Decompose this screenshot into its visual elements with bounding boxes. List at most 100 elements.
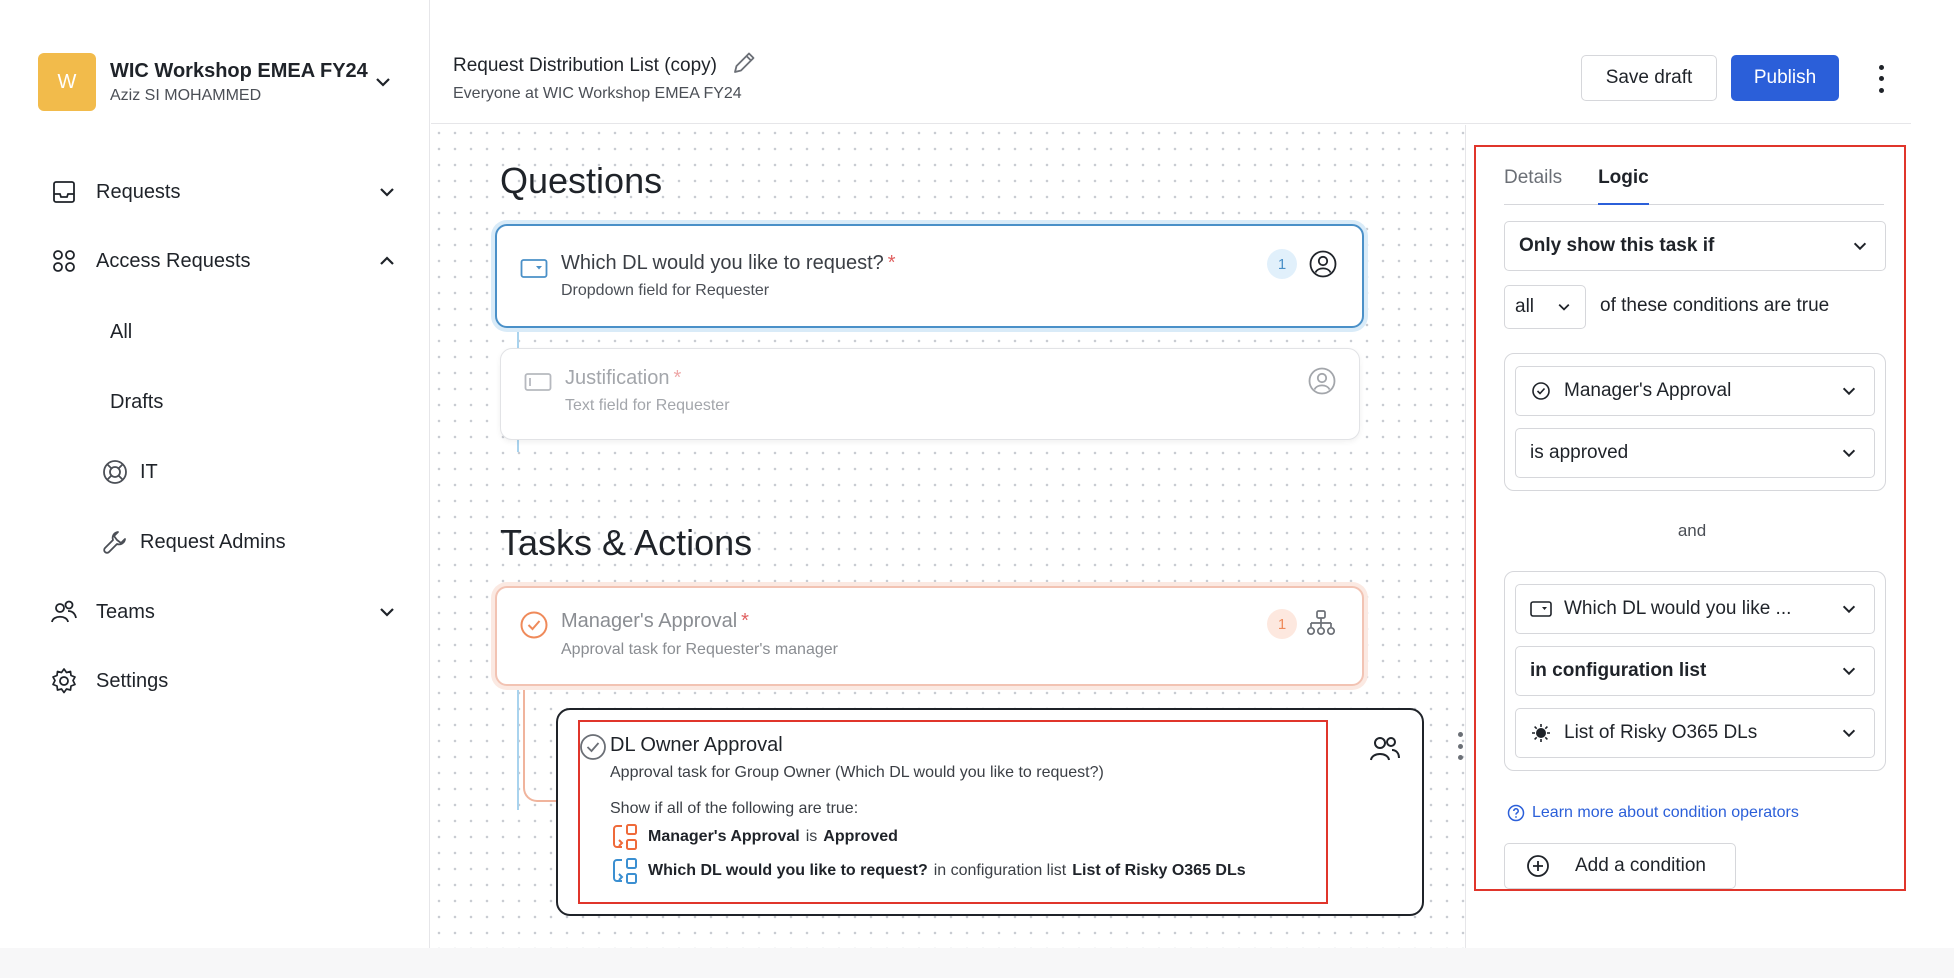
condition-subject-select[interactable]: Which DL would you like ... (1515, 584, 1875, 634)
sidebar-item-label: Teams (96, 600, 155, 623)
learn-more-link[interactable]: Learn more about condition operators (1506, 803, 1799, 823)
chevron-down-icon (1838, 722, 1860, 744)
dropdown-field-icon (519, 254, 549, 284)
condition-operator-value: is approved (1530, 442, 1629, 463)
lifebuoy-icon (100, 457, 130, 487)
condition-group-1: Manager's Approval is approved (1504, 353, 1886, 491)
sidebar-item-teams[interactable]: Teams (50, 590, 400, 634)
text-field-icon (523, 367, 553, 397)
task-subtitle: Approval task for Requester's manager (561, 641, 838, 658)
condition-count-badge: 1 (1267, 609, 1297, 639)
condition-value: List of Risky O365 DLs (1072, 862, 1246, 879)
panel-tabs: Details Logic (1504, 167, 1884, 205)
tab-details[interactable]: Details (1504, 167, 1562, 205)
chevron-down-icon[interactable] (374, 179, 400, 205)
sidebar: W WIC Workshop EMEA FY24 Aziz SI MOHAMME… (0, 0, 430, 948)
condition-operator-select[interactable]: is approved (1515, 428, 1875, 478)
sidebar-item-settings[interactable]: Settings (50, 659, 400, 703)
publish-button[interactable]: Publish (1731, 55, 1839, 101)
app-window: W WIC Workshop EMEA FY24 Aziz SI MOHAMME… (0, 0, 1954, 948)
requester-icon (1307, 248, 1339, 280)
visibility-select-value: Only show this task if (1519, 235, 1715, 256)
condition-operator: in configuration list (933, 862, 1067, 879)
task-title: DL Owner Approval (610, 734, 783, 756)
workspace-avatar: W (38, 53, 96, 111)
logic-panel: Details Logic Only show this task if all… (1474, 145, 1906, 891)
chevron-down-icon (1553, 296, 1575, 318)
chevron-down-icon[interactable] (374, 599, 400, 625)
condition-value-select[interactable]: List of Risky O365 DLs (1515, 708, 1875, 758)
sidebar-item-label: Request Admins (140, 530, 286, 553)
more-options-icon[interactable] (1871, 62, 1891, 96)
workspace-name: WIC Workshop EMEA FY24 (110, 59, 368, 82)
add-condition-button[interactable]: Add a condition (1504, 843, 1736, 889)
drag-handle-icon[interactable] (1456, 732, 1464, 760)
save-draft-button[interactable]: Save draft (1581, 55, 1717, 101)
show-if-text: Show if all of the following are true: (610, 800, 859, 817)
condition-subject-value: Manager's Approval (1564, 380, 1732, 401)
question-subtitle: Text field for Requester (565, 397, 730, 414)
sidebar-item-label: Settings (96, 669, 169, 692)
sidebar-item-requests[interactable]: Requests (50, 170, 400, 214)
tasks-heading: Tasks & Actions (500, 522, 753, 563)
question-title: Which DL would you like to request? (561, 252, 884, 274)
page-title: Request Distribution List (copy) (453, 50, 757, 82)
match-mode-select[interactable]: all (1504, 285, 1586, 329)
dropdown-field-icon (1530, 598, 1552, 620)
chevron-down-icon (1838, 442, 1860, 464)
question-title: Justification (565, 367, 670, 389)
config-list-icon (1530, 722, 1552, 744)
inbox-icon (50, 178, 78, 206)
condition-count-badge: 1 (1267, 249, 1297, 279)
chevron-down-icon[interactable] (368, 67, 398, 97)
condition-summary-row: Manager's Approval is Approved (610, 822, 898, 852)
workspace-user: Aziz SI MOHAMMED (110, 86, 262, 104)
sidebar-item-drafts[interactable]: Drafts (110, 382, 163, 422)
question-card-justification[interactable]: Justification * Text field for Requester (500, 348, 1360, 440)
chevron-down-icon (1838, 660, 1860, 682)
sidebar-item-it[interactable]: IT (100, 452, 158, 492)
condition-subject-value: Which DL would you like ... (1564, 598, 1792, 619)
org-chart-icon (1305, 608, 1337, 640)
and-separator: and (1677, 521, 1707, 540)
add-condition-label: Add a condition (1575, 855, 1706, 876)
chevron-down-icon (1838, 380, 1860, 402)
match-mode-text: of these conditions are true (1600, 295, 1830, 316)
team-icon (50, 598, 78, 626)
question-subtitle: Dropdown field for Requester (561, 282, 770, 299)
condition-subject: Which DL would you like to request? (648, 862, 928, 879)
condition-group-2: Which DL would you like ... in configura… (1504, 571, 1886, 771)
task-card-dl-owner-approval[interactable]: DL Owner Approval Approval task for Grou… (556, 708, 1424, 916)
condition-subject-select[interactable]: Manager's Approval (1515, 366, 1875, 416)
workspace-switcher[interactable]: W WIC Workshop EMEA FY24 Aziz SI MOHAMME… (38, 53, 368, 111)
sidebar-item-request-admins[interactable]: Request Admins (100, 522, 286, 562)
sidebar-item-access-requests[interactable]: Access Requests (50, 239, 400, 283)
task-card-managers-approval[interactable]: Manager's Approval * Approval task for Re… (495, 586, 1364, 686)
branch-logic-icon (610, 856, 640, 886)
plus-circle-icon (1525, 853, 1551, 879)
match-mode-value: all (1515, 296, 1535, 317)
required-marker: * (887, 252, 896, 274)
page-header: Request Distribution List (copy) Everyon… (431, 0, 1911, 124)
task-subtitle: Approval task for Group Owner (Which DL … (610, 764, 1104, 781)
visibility-select[interactable]: Only show this task if (1504, 221, 1886, 271)
gear-icon (50, 667, 78, 695)
sidebar-item-all[interactable]: All (110, 312, 132, 352)
sidebar-item-label: Access Requests (96, 249, 251, 272)
condition-operator-select[interactable]: in configuration list (1515, 646, 1875, 696)
page-title-text: Request Distribution List (copy) (453, 55, 717, 76)
sidebar-item-label: IT (140, 460, 158, 483)
approval-check-icon (578, 732, 608, 762)
approval-check-icon (519, 610, 549, 640)
pencil-icon[interactable] (731, 50, 757, 82)
chevron-up-icon[interactable] (374, 248, 400, 274)
branch-logic-icon (610, 822, 640, 852)
required-marker: * (741, 610, 749, 632)
flow-connector (517, 690, 519, 810)
help-circle-icon (1506, 803, 1526, 823)
question-card-dl[interactable]: Which DL would you like to request? * Dro… (495, 224, 1364, 328)
chevron-down-icon (1849, 235, 1871, 257)
flow-connector (523, 690, 559, 802)
chevron-down-icon (1838, 598, 1860, 620)
tab-logic[interactable]: Logic (1598, 167, 1649, 205)
